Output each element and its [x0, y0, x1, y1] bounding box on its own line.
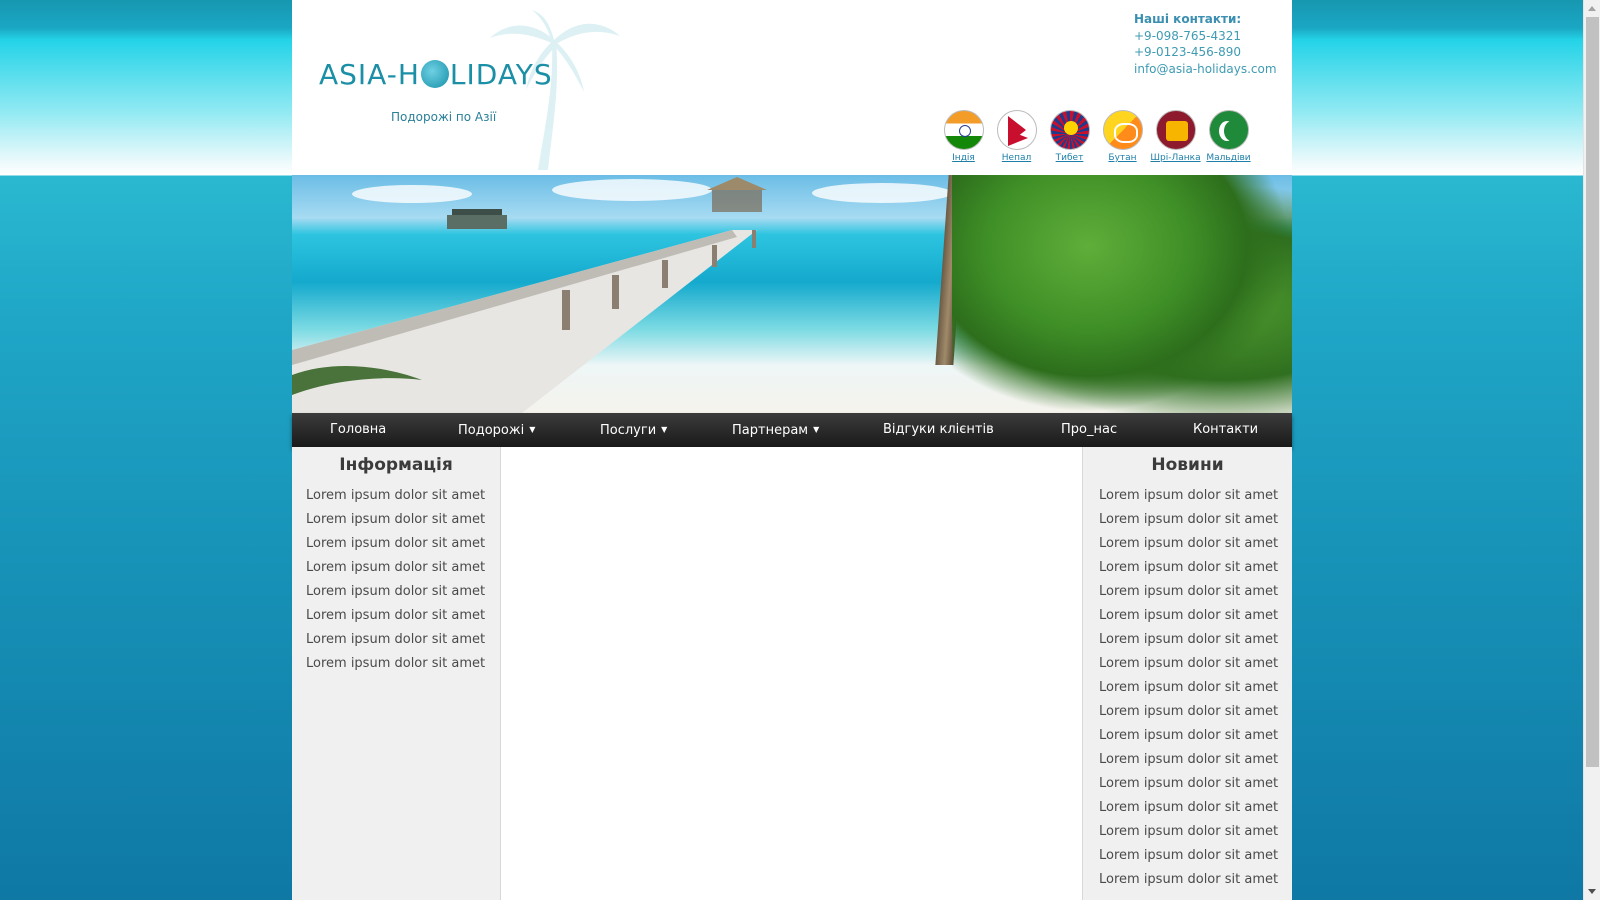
chevron-down-icon: ▼	[529, 425, 536, 434]
list-item[interactable]: Lorem ipsum dolor sit amet	[1083, 727, 1292, 751]
chevron-down-icon: ▼	[661, 425, 668, 434]
list-item[interactable]: Lorem ipsum dolor sit amet	[1083, 655, 1292, 679]
flag-link-bhutan[interactable]: Бутан	[1096, 110, 1149, 163]
chevron-down-icon: ▼	[813, 425, 820, 434]
scrollbar-thumb[interactable]	[1586, 17, 1599, 767]
list-item[interactable]: Lorem ipsum dolor sit amet	[292, 607, 500, 631]
list-item[interactable]: Lorem ipsum dolor sit amet	[1083, 607, 1292, 631]
list-item[interactable]: Lorem ipsum dolor sit amet	[1083, 679, 1292, 703]
globe-icon	[420, 60, 449, 88]
flag-link-maldives[interactable]: Мальдіви	[1202, 110, 1255, 163]
nav-item-reviews[interactable]: Відгуки клієнтів	[883, 413, 994, 447]
list-item[interactable]: Lorem ipsum dolor sit amet	[1083, 631, 1292, 655]
list-item[interactable]: Lorem ipsum dolor sit amet	[1083, 535, 1292, 559]
nav-item-travel[interactable]: Подорожі ▼	[458, 413, 535, 447]
list-item[interactable]: Lorem ipsum dolor sit amet	[1083, 799, 1292, 823]
list-item[interactable]: Lorem ipsum dolor sit amet	[1083, 703, 1292, 727]
news-title: Новини	[1151, 455, 1224, 475]
vertical-scrollbar[interactable]	[1583, 0, 1600, 900]
tropical-foliage	[952, 175, 1292, 413]
contacts-title: Наші контакти:	[1134, 12, 1242, 26]
flag-label-india[interactable]: Індія	[937, 153, 990, 163]
nav-item-partners[interactable]: Партнерам ▼	[732, 413, 819, 447]
list-item[interactable]: Lorem ipsum dolor sit amet	[292, 535, 500, 559]
flag-link-tibet[interactable]: Тибет	[1043, 110, 1096, 163]
nav-item-services[interactable]: Послуги ▼	[600, 413, 667, 447]
scroll-down-icon[interactable]	[1588, 889, 1596, 894]
main-navigation: Головна Подорожі ▼ Послуги ▼ Партнерам ▼ Ві…	[292, 413, 1292, 447]
info-sidebar: Інформація Lorem ipsum dolor sit amet Lo…	[292, 447, 501, 900]
list-item[interactable]: Lorem ipsum dolor sit amet	[292, 559, 500, 583]
list-item[interactable]: Lorem ipsum dolor sit amet	[1083, 847, 1292, 871]
contact-phone-2: +9-0123-456-890	[1134, 45, 1242, 59]
news-sidebar: Новини Lorem ipsum dolor sit amet Lorem …	[1082, 447, 1292, 900]
list-item[interactable]: Lorem ipsum dolor sit amet	[1083, 487, 1292, 511]
list-item[interactable]: Lorem ipsum dolor sit amet	[1083, 823, 1292, 847]
hero-banner-image	[292, 175, 1292, 413]
flag-link-india[interactable]: Індія	[937, 110, 990, 163]
site-tagline: Подорожі по Азії	[391, 110, 497, 124]
nav-item-contacts[interactable]: Контакти	[1193, 413, 1258, 447]
scroll-up-icon[interactable]	[1588, 6, 1596, 11]
info-list: Lorem ipsum dolor sit amet Lorem ipsum d…	[292, 487, 500, 679]
list-item[interactable]: Lorem ipsum dolor sit amet	[1083, 775, 1292, 799]
list-item[interactable]: Lorem ipsum dolor sit amet	[1083, 751, 1292, 775]
nepal-flag-icon[interactable]	[996, 110, 1037, 150]
sri-lanka-flag-icon[interactable]	[1155, 110, 1196, 150]
site-header: ASIA-H LIDAYS Подорожі по Азії Наші конта…	[292, 0, 1292, 175]
bhutan-flag-icon[interactable]	[1102, 110, 1143, 150]
list-item[interactable]: Lorem ipsum dolor sit amet	[292, 631, 500, 655]
page-container: ASIA-H LIDAYS Подорожі по Азії Наші конта…	[292, 0, 1292, 900]
contact-phone-1: +9-098-765-4321	[1134, 28, 1242, 43]
flag-link-sri-lanka[interactable]: Шрі-Ланка	[1149, 110, 1202, 163]
flag-label-nepal[interactable]: Непал	[990, 153, 1043, 163]
list-item[interactable]: Lorem ipsum dolor sit amet	[1083, 559, 1292, 583]
india-flag-icon[interactable]	[943, 110, 984, 150]
flag-label-bhutan[interactable]: Бутан	[1096, 153, 1149, 163]
contact-email[interactable]: info@asia-holidays.com	[1134, 61, 1277, 78]
info-title: Інформація	[339, 455, 453, 475]
nav-item-home[interactable]: Головна	[330, 413, 386, 447]
contacts-block: Наші контакти: +9-098-765-4321 +9-0123-4…	[1134, 11, 1277, 77]
site-logo[interactable]: ASIA-H LIDAYS	[319, 58, 553, 91]
flag-label-sri-lanka[interactable]: Шрі-Ланка	[1149, 153, 1202, 163]
flag-link-nepal[interactable]: Непал	[990, 110, 1043, 163]
flag-label-maldives[interactable]: Мальдіви	[1202, 153, 1255, 163]
list-item[interactable]: Lorem ipsum dolor sit amet	[1083, 511, 1292, 535]
list-item[interactable]: Lorem ipsum dolor sit amet	[1083, 871, 1292, 895]
list-item[interactable]: Lorem ipsum dolor sit amet	[292, 583, 500, 607]
news-list: Lorem ipsum dolor sit amet Lorem ipsum d…	[1083, 487, 1292, 895]
tibet-flag-icon[interactable]	[1049, 110, 1090, 150]
list-item[interactable]: Lorem ipsum dolor sit amet	[1083, 583, 1292, 607]
list-item[interactable]: Lorem ipsum dolor sit amet	[292, 487, 500, 511]
maldives-flag-icon[interactable]	[1208, 110, 1249, 150]
list-item[interactable]: Lorem ipsum dolor sit amet	[292, 655, 500, 679]
nav-item-about[interactable]: Про_нас	[1061, 413, 1117, 447]
main-content	[501, 447, 1082, 900]
flag-label-tibet[interactable]: Тибет	[1043, 153, 1096, 163]
list-item[interactable]: Lorem ipsum dolor sit amet	[292, 511, 500, 535]
country-flags: Індія Непал Тибет Бутан Шрі-Ланка Мальді…	[937, 110, 1255, 163]
